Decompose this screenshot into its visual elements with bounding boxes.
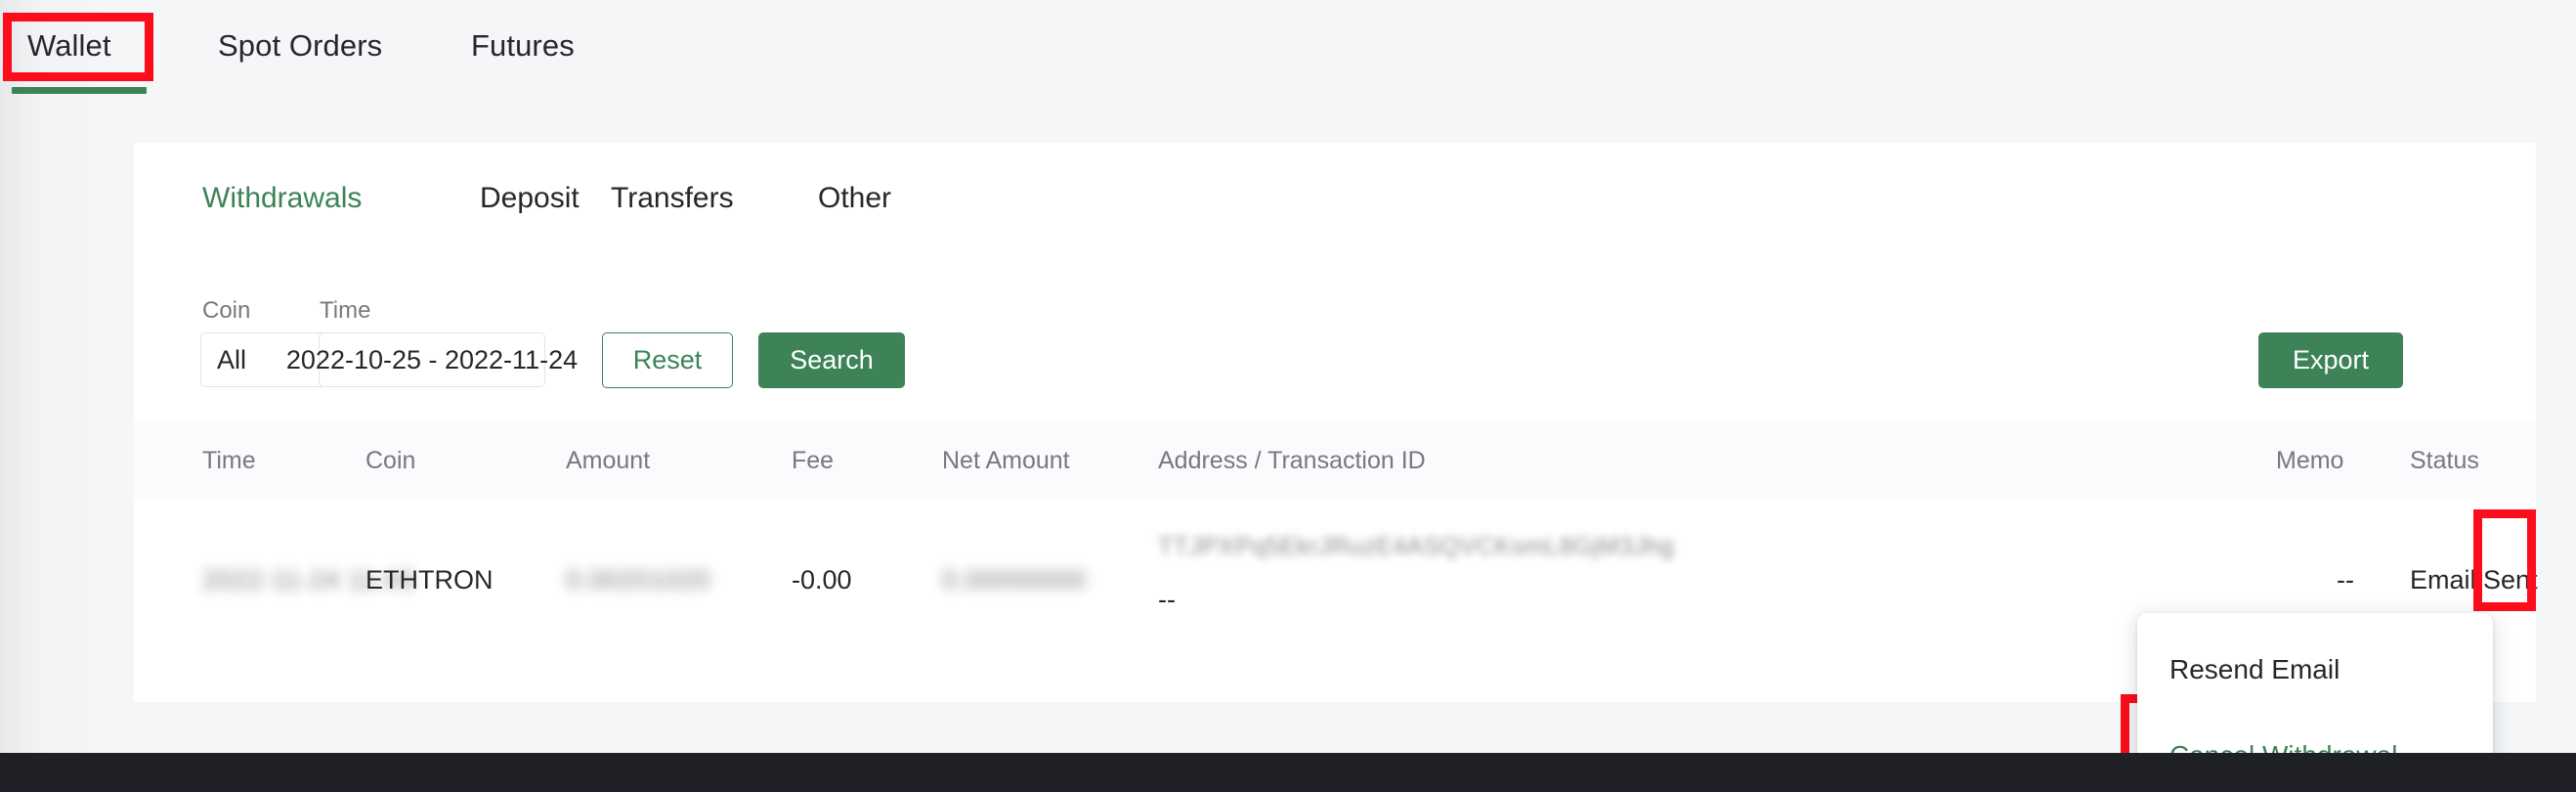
- tab-other[interactable]: Other: [818, 182, 891, 215]
- menu-item-resend-email[interactable]: Resend Email: [2169, 654, 2340, 685]
- cell-address: TTJPXPq5EkrJRuzE4ASQVCKsmL8GjM3Jhg: [1158, 533, 1675, 560]
- time-field-label: Time: [320, 297, 371, 324]
- table-row: 2022-11-24 11:43 ETHTRON 0.00201020 -0.0…: [134, 499, 2538, 626]
- coin-field-label: Coin: [202, 297, 251, 324]
- export-button[interactable]: Export: [2258, 332, 2403, 388]
- cell-coin: ETHTRON: [365, 565, 494, 594]
- column-header-fee: Fee: [792, 447, 835, 474]
- reset-button[interactable]: Reset: [602, 332, 733, 388]
- search-button[interactable]: Search: [758, 332, 905, 388]
- time-range-input[interactable]: 2022-10-25 - 2022-11-24: [286, 332, 578, 387]
- nav-item-futures[interactable]: Futures: [471, 14, 575, 78]
- cell-memo: --: [2337, 565, 2354, 594]
- column-header-memo: Memo: [2276, 447, 2344, 474]
- tab-transfers[interactable]: Transfers: [611, 182, 734, 215]
- nav-item-wallet-label: Wallet: [27, 28, 111, 63]
- column-header-time: Time: [202, 447, 256, 474]
- tab-deposit[interactable]: Deposit: [480, 182, 580, 215]
- cell-net-amount: 0.00000000: [942, 565, 1087, 594]
- nav-item-spot-orders[interactable]: Spot Orders: [218, 14, 382, 78]
- column-header-address: Address / Transaction ID: [1158, 447, 1426, 474]
- column-header-amount: Amount: [566, 447, 651, 474]
- nav-item-spot-orders-label: Spot Orders: [218, 28, 383, 63]
- cell-amount: 0.00201020: [566, 565, 710, 594]
- table-header-row: Time Coin Amount Fee Net Amount Address …: [134, 421, 2536, 499]
- top-navigation: Wallet Spot Orders Futures: [0, 0, 2576, 94]
- column-header-coin: Coin: [365, 447, 416, 474]
- nav-item-futures-label: Futures: [471, 28, 575, 63]
- cell-fee: -0.00: [792, 565, 852, 594]
- coin-select-value: All: [217, 344, 247, 374]
- cell-status: Email Sent: [2410, 565, 2538, 594]
- nav-item-wallet[interactable]: Wallet: [27, 14, 111, 78]
- page-footer-bar: [0, 753, 2576, 792]
- tab-withdrawals[interactable]: Withdrawals: [202, 182, 362, 215]
- time-range-value: 2022-10-25 - 2022-11-24: [285, 344, 579, 374]
- column-header-net-amount: Net Amount: [942, 447, 1070, 474]
- row-actions-dropdown: Resend Email Cancel Withdrawal: [2137, 613, 2493, 772]
- nav-active-indicator: [12, 87, 147, 94]
- cell-transaction-id: --: [1158, 585, 1176, 614]
- page-root: Wallet Spot Orders Futures Withdrawals D…: [0, 0, 2576, 792]
- column-header-status: Status: [2410, 447, 2479, 474]
